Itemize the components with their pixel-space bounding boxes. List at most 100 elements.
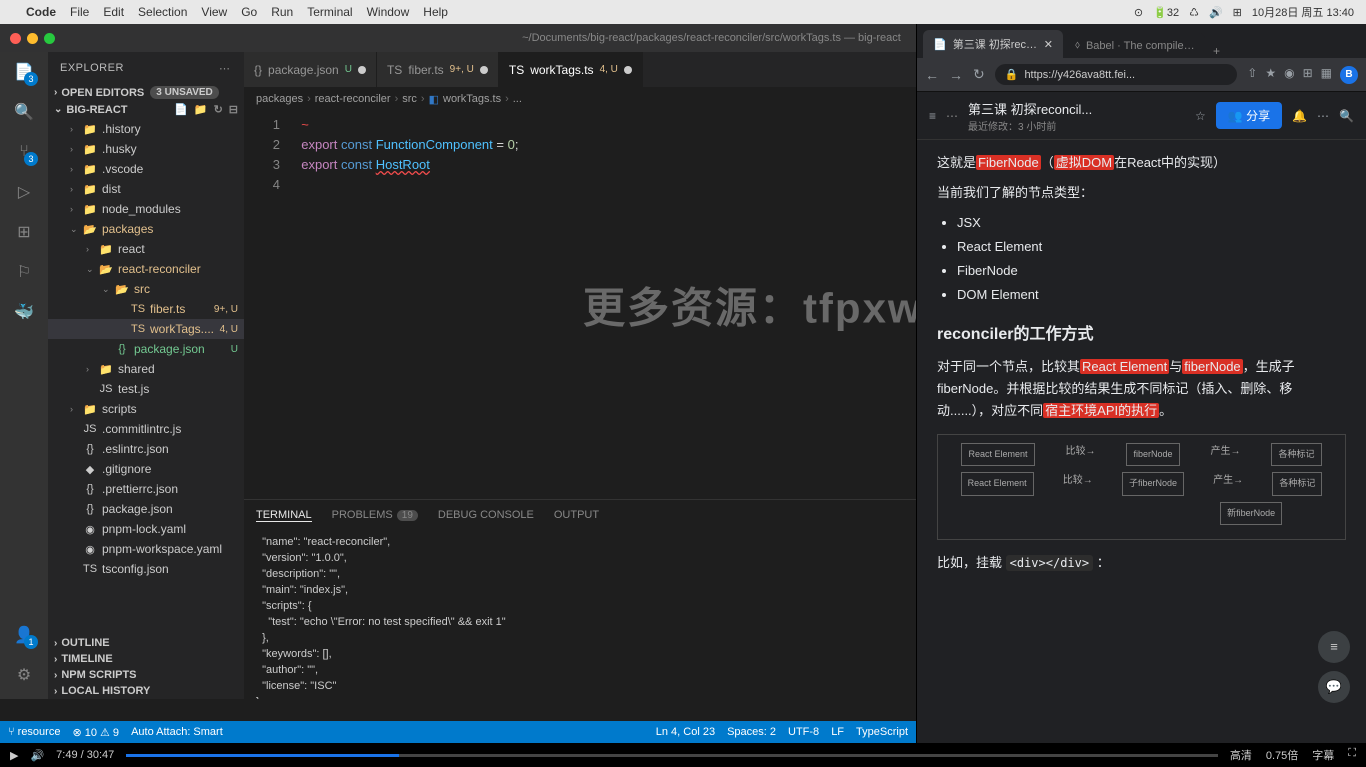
bluetooth-icon[interactable]: ♺: [1189, 6, 1199, 19]
tree-item[interactable]: ›📁node_modules: [48, 199, 244, 219]
status-language[interactable]: TypeScript: [856, 726, 908, 738]
tree-item[interactable]: {}package.json: [48, 499, 244, 519]
npm-scripts-section[interactable]: ›NPM SCRIPTS: [48, 667, 244, 683]
share-icon[interactable]: ⇧: [1247, 66, 1257, 84]
local-history-section[interactable]: ›LOCAL HISTORY: [48, 683, 244, 699]
refresh-icon[interactable]: ↻: [214, 103, 223, 116]
search-icon[interactable]: 🔍: [12, 100, 36, 124]
tree-item[interactable]: ›📁scripts: [48, 399, 244, 419]
close-window-icon[interactable]: [10, 33, 21, 44]
forward-icon[interactable]: →: [949, 67, 963, 83]
menu-help[interactable]: Help: [423, 5, 448, 19]
output-tab[interactable]: OUTPUT: [554, 509, 599, 521]
star-icon[interactable]: ☆: [1195, 109, 1206, 123]
menu-window[interactable]: Window: [367, 5, 410, 19]
comment-button[interactable]: 💬: [1318, 671, 1350, 703]
tree-item[interactable]: ⌄📂packages: [48, 219, 244, 239]
tree-item[interactable]: TSfiber.ts9+, U: [48, 299, 244, 319]
tree-item[interactable]: ⌄📂react-reconciler: [48, 259, 244, 279]
video-quality[interactable]: 高清: [1230, 747, 1252, 763]
toc-button[interactable]: ≡: [1318, 631, 1350, 663]
clock[interactable]: 10月28日 周五 13:40: [1252, 4, 1354, 20]
menu-go[interactable]: Go: [241, 5, 257, 19]
status-encoding[interactable]: UTF-8: [788, 726, 819, 738]
menu-terminal[interactable]: Terminal: [307, 5, 352, 19]
wifi-icon[interactable]: ⊙: [1134, 6, 1143, 19]
extensions-icon[interactable]: ⊞: [12, 220, 36, 244]
doc-menu-icon[interactable]: ≡: [929, 109, 936, 123]
project-section[interactable]: ⌄BIG-REACT 📄📁↻⊟: [48, 101, 244, 118]
control-center-icon[interactable]: ⊞: [1233, 6, 1242, 19]
account-icon[interactable]: 👤1: [12, 623, 36, 647]
notification-icon[interactable]: 🔔: [1292, 109, 1307, 123]
tree-item[interactable]: ›📁.husky: [48, 139, 244, 159]
status-errors[interactable]: ⊗ 10 ⚠ 9: [72, 726, 119, 739]
new-folder-icon[interactable]: 📁: [194, 103, 208, 116]
volume-icon[interactable]: 🔊: [1209, 6, 1223, 19]
url-bar[interactable]: 🔒https://y426ava8tt.fei...: [995, 64, 1238, 85]
sidebar-more-icon[interactable]: ⋯: [219, 62, 232, 75]
menu-view[interactable]: View: [201, 5, 227, 19]
app-name[interactable]: Code: [26, 5, 56, 19]
tree-item[interactable]: {}.prettierrc.json: [48, 479, 244, 499]
new-file-icon[interactable]: 📄: [174, 103, 188, 116]
share-button[interactable]: 👥 分享: [1216, 102, 1282, 129]
doc-content[interactable]: 这就是FiberNode（虚拟DOM在React中的实现） 当前我们了解的节点类…: [917, 140, 1366, 743]
profile-icon[interactable]: B: [1340, 66, 1358, 84]
menu-file[interactable]: File: [70, 5, 89, 19]
fullscreen-icon[interactable]: ⛶: [1348, 747, 1356, 763]
editor-tab[interactable]: {}package.jsonU: [244, 52, 377, 87]
status-branch[interactable]: ⑂ resource: [8, 726, 60, 738]
open-editors-section[interactable]: ›OPEN EDITORS 3 UNSAVED: [48, 84, 244, 101]
reload-icon[interactable]: ↻: [973, 66, 985, 83]
tree-item[interactable]: ›📁react: [48, 239, 244, 259]
tree-item[interactable]: {}.eslintrc.json: [48, 439, 244, 459]
volume-button[interactable]: 🔊: [30, 749, 44, 762]
minimize-window-icon[interactable]: [27, 33, 38, 44]
collapse-icon[interactable]: ⊟: [229, 103, 238, 116]
problems-tab[interactable]: PROBLEMS19: [332, 509, 418, 521]
extension-icon[interactable]: ▦: [1321, 66, 1332, 84]
status-spaces[interactable]: Spaces: 2: [727, 726, 776, 738]
maximize-window-icon[interactable]: [44, 33, 55, 44]
doc-search-icon[interactable]: 🔍: [1339, 109, 1354, 123]
battery-icon[interactable]: 🔋32: [1153, 6, 1179, 19]
editor-tab[interactable]: TSfiber.ts9+, U: [377, 52, 499, 87]
browser-tab-active[interactable]: 📄第三课 初探reconciler - ...✕: [923, 30, 1063, 58]
close-tab-icon[interactable]: ✕: [1044, 38, 1053, 51]
run-debug-icon[interactable]: ▷: [12, 180, 36, 204]
tree-item[interactable]: ›📁shared: [48, 359, 244, 379]
browser-tab[interactable]: ⬨Babel · The compiler for...: [1065, 33, 1205, 58]
tree-item[interactable]: ⌄📂src: [48, 279, 244, 299]
video-progress[interactable]: [126, 754, 1218, 757]
explorer-icon[interactable]: 📄3: [12, 60, 36, 84]
tree-item[interactable]: JS.commitlintrc.js: [48, 419, 244, 439]
status-eol[interactable]: LF: [831, 726, 844, 738]
back-icon[interactable]: ←: [925, 67, 939, 83]
outline-section[interactable]: ›OUTLINE: [48, 635, 244, 651]
doc-more-icon[interactable]: ⋯: [1317, 109, 1329, 123]
status-cursor[interactable]: Ln 4, Col 23: [656, 726, 715, 738]
new-tab-icon[interactable]: +: [1207, 44, 1226, 58]
settings-icon[interactable]: ⚙: [12, 663, 36, 687]
extension-icon[interactable]: ⊞: [1303, 66, 1313, 84]
tree-item[interactable]: {}package.jsonU: [48, 339, 244, 359]
menu-run[interactable]: Run: [271, 5, 293, 19]
tree-item[interactable]: JStest.js: [48, 379, 244, 399]
editor-tab[interactable]: TSworkTags.ts4, U: [499, 52, 643, 87]
video-speed[interactable]: 0.75倍: [1266, 747, 1298, 763]
tree-item[interactable]: ›📁.history: [48, 119, 244, 139]
extension-icon[interactable]: ★: [1265, 66, 1276, 84]
play-button[interactable]: ▶: [10, 749, 18, 762]
tree-item[interactable]: TSworkTags....4, U: [48, 319, 244, 339]
docker-icon[interactable]: 🐳: [12, 300, 36, 324]
tree-item[interactable]: TStsconfig.json: [48, 559, 244, 579]
timeline-section[interactable]: ›TIMELINE: [48, 651, 244, 667]
video-subtitle[interactable]: 字幕: [1312, 747, 1334, 763]
extension-icon[interactable]: ◉: [1284, 66, 1294, 84]
tree-item[interactable]: ›📁dist: [48, 179, 244, 199]
bookmark-icon[interactable]: ⚐: [12, 260, 36, 284]
menu-edit[interactable]: Edit: [103, 5, 124, 19]
terminal-tab[interactable]: TERMINAL: [256, 509, 312, 522]
status-auto-attach[interactable]: Auto Attach: Smart: [131, 726, 223, 738]
